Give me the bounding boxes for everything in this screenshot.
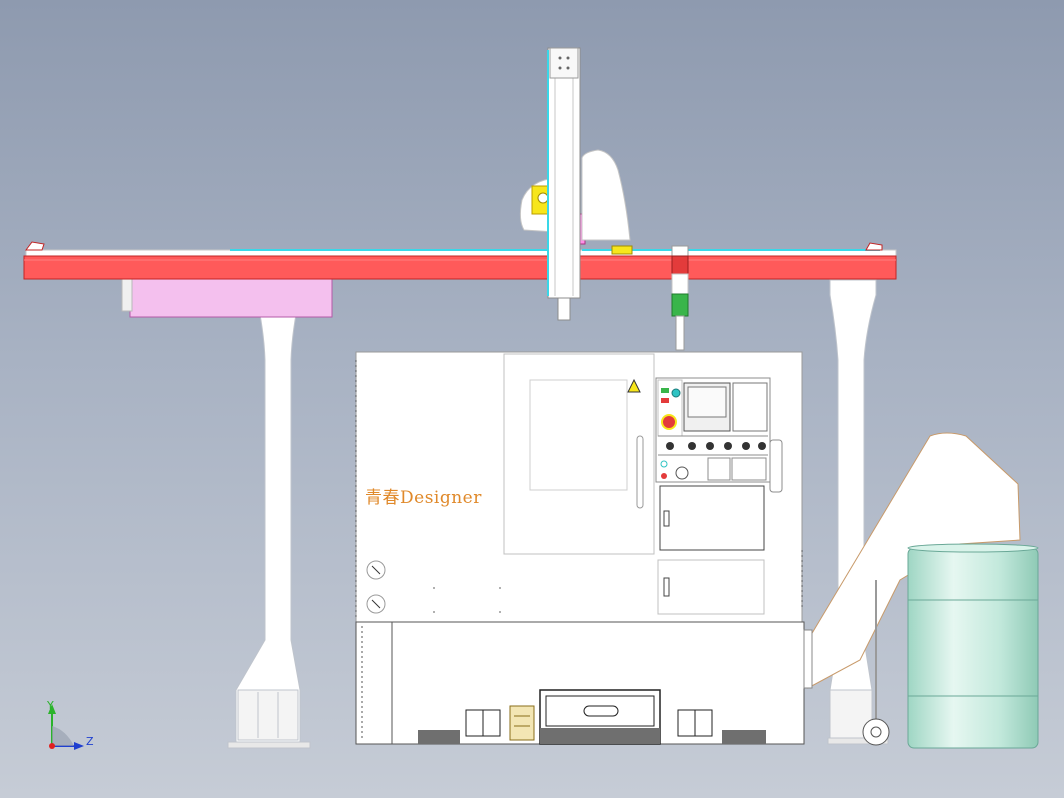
right-gantry-leg <box>827 279 889 745</box>
cnc-keypad <box>732 382 768 432</box>
pink-cabinet-edge <box>121 278 133 312</box>
left-gantry-leg <box>227 279 311 749</box>
control-panel <box>655 377 783 615</box>
cad-viewport[interactable]: 青春Designer Y Z <box>0 0 1064 798</box>
axis-y-label: Y <box>47 699 54 712</box>
machine-base <box>355 621 805 745</box>
vertical-z-axis <box>547 47 581 321</box>
chip-barrel <box>907 543 1039 749</box>
cad-scene <box>23 47 1039 750</box>
emergency-stop-icon <box>661 414 677 430</box>
axis-z-label: Z <box>86 735 94 748</box>
lathe-window <box>529 379 628 491</box>
watermark-text: 青春Designer <box>365 488 482 508</box>
control-cabinet-door <box>659 485 765 551</box>
gantry-beam <box>23 213 897 280</box>
chip-tray-handle <box>583 705 619 717</box>
signal-tower-beacon <box>671 245 689 351</box>
level-pad <box>509 705 535 741</box>
pink-cabinet <box>129 278 333 318</box>
